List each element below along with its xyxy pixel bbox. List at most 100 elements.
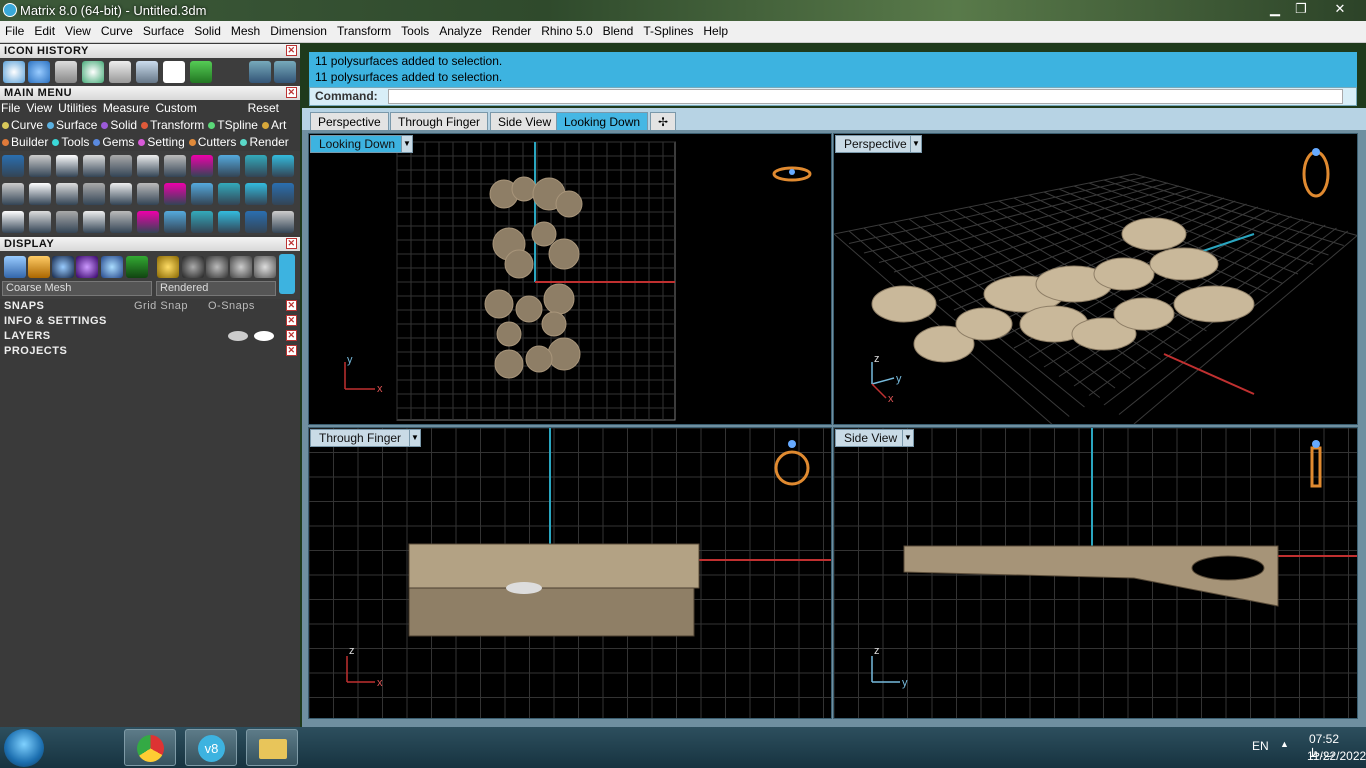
viewport-label[interactable]: Looking Down [310, 135, 405, 153]
chevron-down-icon[interactable]: ▼ [401, 135, 413, 153]
display-slider[interactable] [279, 254, 295, 294]
display-mode-select[interactable]: Rendered [156, 281, 276, 296]
close-icon[interactable]: ✕ [286, 345, 297, 356]
tool-icon[interactable] [191, 211, 213, 233]
command-input[interactable] [388, 89, 1343, 104]
tool-icon[interactable] [164, 183, 186, 205]
menu-blend[interactable]: Blend [598, 21, 639, 38]
tool-icon[interactable] [218, 211, 240, 233]
mm-custom[interactable]: Custom [155, 100, 202, 115]
tool-icon[interactable] [137, 211, 159, 233]
menu-surface[interactable]: Surface [138, 21, 189, 38]
mm-curve[interactable]: Curve [0, 117, 45, 132]
mm-builder[interactable]: Builder [0, 134, 50, 149]
close-icon[interactable]: ✕ [286, 300, 297, 311]
tool-icon[interactable] [164, 155, 186, 177]
mesh-select[interactable]: Coarse Mesh [2, 281, 152, 296]
forward-arrow-icon[interactable] [274, 61, 296, 83]
language-indicator[interactable]: EN [1252, 739, 1269, 753]
tray-expand-icon[interactable]: ▲ [1280, 739, 1289, 749]
chrome-app-icon[interactable] [124, 729, 176, 766]
sphere-shaded-icon[interactable] [52, 256, 74, 278]
tool-icon[interactable] [56, 211, 78, 233]
menu-view[interactable]: View [60, 21, 96, 38]
gold-icon[interactable] [28, 256, 50, 278]
close-icon[interactable]: ✕ [286, 315, 297, 326]
close-icon[interactable]: ✕ [286, 87, 297, 98]
menu-tsplines[interactable]: T-Splines [638, 21, 698, 38]
mm-render[interactable]: Render [238, 134, 290, 149]
chevron-down-icon[interactable]: ▼ [409, 429, 421, 447]
menu-rhino[interactable]: Rhino 5.0 [536, 21, 597, 38]
projects-header[interactable]: PROJECTS ✕ [0, 344, 300, 358]
mm-transform[interactable]: Transform [139, 117, 206, 132]
menu-analyze[interactable]: Analyze [434, 21, 487, 38]
menu-edit[interactable]: Edit [29, 21, 60, 38]
tool-icon[interactable] [2, 155, 24, 177]
gold-material-icon[interactable] [157, 256, 179, 278]
new-file-icon[interactable] [163, 61, 185, 83]
tool-icon[interactable] [110, 211, 132, 233]
menu-dimension[interactable]: Dimension [265, 21, 332, 38]
open-folder-icon[interactable] [55, 61, 77, 83]
mm-utilities[interactable]: Utilities [57, 100, 102, 115]
gem-tool-icon[interactable] [28, 61, 50, 83]
chrome-material-icon[interactable] [206, 256, 228, 278]
folder-app-icon[interactable] [246, 729, 298, 766]
viewport-label[interactable]: Through Finger [310, 429, 411, 447]
mm-art[interactable]: Art [260, 117, 288, 132]
minimize-button[interactable]: ▁ [1262, 0, 1288, 18]
start-button[interactable] [4, 729, 44, 767]
chevron-down-icon[interactable]: ▼ [910, 135, 922, 153]
menu-help[interactable]: Help [698, 21, 733, 38]
tool-icon[interactable] [137, 155, 159, 177]
mm-tools[interactable]: Tools [50, 134, 91, 149]
tool-icon[interactable] [110, 183, 132, 205]
tint-material-icon[interactable] [254, 256, 276, 278]
tool-icon[interactable] [56, 155, 78, 177]
mm-gems[interactable]: Gems [91, 134, 136, 149]
info-settings-header[interactable]: INFO & SETTINGS ✕ [0, 314, 300, 328]
tool-icon[interactable] [137, 183, 159, 205]
layer-visibility-icon[interactable] [228, 331, 248, 341]
viewport-label[interactable]: Perspective [835, 135, 916, 153]
close-icon[interactable]: ✕ [286, 45, 297, 56]
grid-snap-toggle[interactable]: Grid Snap [134, 299, 188, 313]
tool-icon[interactable] [245, 183, 267, 205]
menu-file[interactable]: File [0, 21, 29, 38]
menu-curve[interactable]: Curve [96, 21, 138, 38]
tab-looking-down[interactable]: Looking Down [556, 112, 649, 132]
tool-icon[interactable] [164, 211, 186, 233]
layout-icon[interactable] [126, 256, 148, 278]
tool-icon[interactable] [110, 155, 132, 177]
display-header[interactable]: DISPLAY ✕ [0, 237, 300, 251]
main-menu-header[interactable]: MAIN MENU ✕ [0, 86, 300, 100]
add-tab-button[interactable]: ✢ [650, 112, 676, 132]
viewport-through-finger[interactable]: z x Through Finger ▼ [308, 427, 832, 719]
scale-icon[interactable] [109, 61, 131, 83]
close-button[interactable]: ✕ [1326, 0, 1354, 18]
menu-solid[interactable]: Solid [189, 21, 226, 38]
grid-icon[interactable] [190, 61, 212, 83]
mm-tspline[interactable]: TSpline [206, 117, 260, 132]
viewport-perspective[interactable]: z y x Perspective ▼ [833, 133, 1358, 425]
tool-icon[interactable] [83, 155, 105, 177]
tool-icon[interactable] [272, 183, 294, 205]
mm-measure[interactable]: Measure [102, 100, 155, 115]
tool-icon[interactable] [218, 155, 240, 177]
mm-file[interactable]: File [0, 100, 25, 115]
eye-icon[interactable] [254, 331, 274, 341]
metal-material-icon[interactable] [230, 256, 252, 278]
chevron-down-icon[interactable]: ▼ [902, 429, 914, 447]
tab-through-finger[interactable]: Through Finger [390, 112, 489, 132]
tool-icon[interactable] [29, 183, 51, 205]
tool-icon[interactable] [272, 155, 294, 177]
matrix-app-icon[interactable]: v8 [185, 729, 237, 766]
tool-icon[interactable] [2, 183, 24, 205]
icon-history-header[interactable]: ICON HISTORY ✕ [0, 44, 300, 58]
mm-surface[interactable]: Surface [45, 117, 99, 132]
mm-cutters[interactable]: Cutters [187, 134, 239, 149]
menu-mesh[interactable]: Mesh [226, 21, 265, 38]
menu-tools[interactable]: Tools [396, 21, 434, 38]
viewport-label[interactable]: Side View [835, 429, 907, 447]
